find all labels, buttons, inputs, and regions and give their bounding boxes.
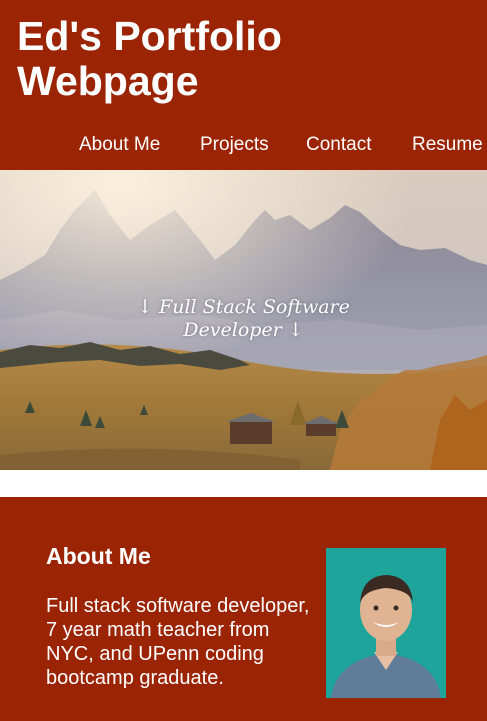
hero-caption-line-2: Developer ↓: [183, 319, 304, 341]
profile-photo: [326, 548, 446, 698]
profile-photo-image: [326, 548, 446, 698]
site-title: Ed's Portfolio Webpage: [17, 13, 282, 104]
nav-contact[interactable]: Contact: [306, 134, 371, 156]
about-heading: About Me: [46, 543, 151, 569]
hero-caption: ↓ Full Stack Software Developer ↓: [0, 296, 487, 342]
hero-banner: ↓ Full Stack Software Developer ↓: [0, 170, 487, 470]
hero-caption-line-1: ↓ Full Stack Software: [137, 296, 350, 318]
nav-resume[interactable]: Resume: [412, 134, 483, 156]
about-text: Full stack software developer, 7 year ma…: [46, 595, 310, 689]
site-header: Ed's Portfolio Webpage About Me Projects…: [0, 0, 487, 170]
nav-projects[interactable]: Projects: [200, 134, 269, 156]
section-divider: [0, 470, 487, 497]
nav-about-me[interactable]: About Me: [79, 134, 160, 156]
about-section: About Me Full stack software developer, …: [0, 497, 487, 721]
